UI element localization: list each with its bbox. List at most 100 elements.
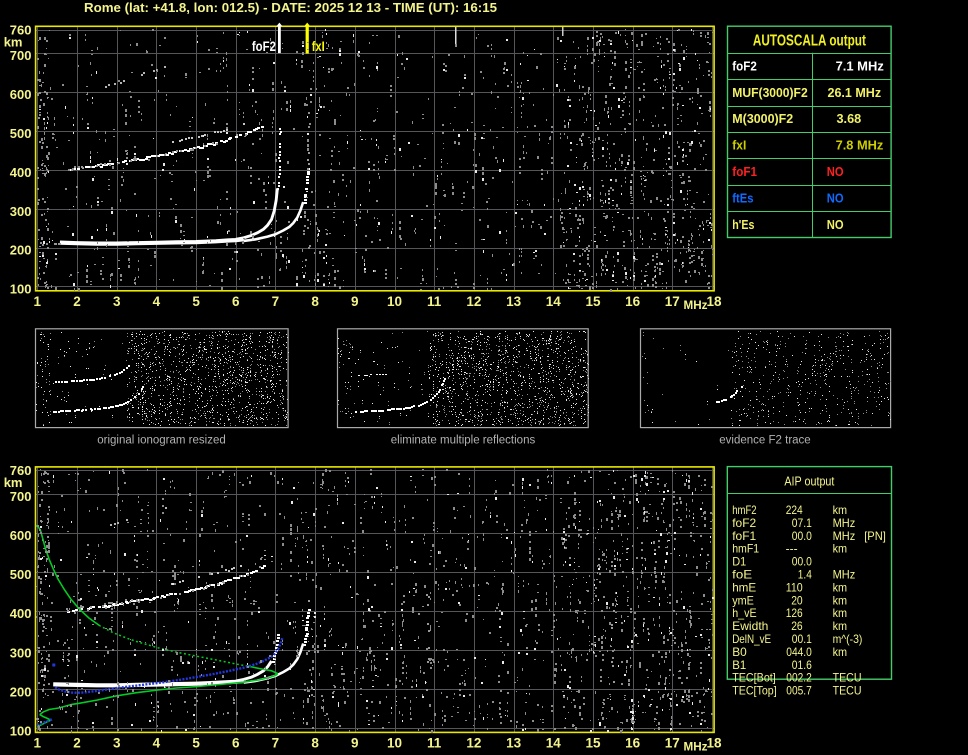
svg-text:7.8 MHz: 7.8 MHz [836, 139, 884, 153]
svg-text:13: 13 [506, 294, 522, 309]
svg-text:hmF1: hmF1 [732, 542, 759, 556]
svg-text:8: 8 [311, 736, 319, 751]
svg-text:MUF(3000)F2: MUF(3000)F2 [732, 86, 807, 100]
svg-text:200: 200 [10, 243, 32, 258]
svg-text:6: 6 [232, 736, 240, 751]
svg-text:1.4: 1.4 [798, 568, 812, 582]
svg-text:400: 400 [10, 606, 32, 621]
svg-text:14: 14 [546, 294, 562, 309]
svg-text:M(3000)F2: M(3000)F2 [732, 112, 793, 126]
svg-text:foF2: foF2 [732, 59, 757, 73]
svg-text:km: km [833, 619, 848, 633]
svg-text:NO: NO [827, 218, 844, 232]
svg-text:13: 13 [506, 736, 522, 751]
svg-text:400: 400 [10, 165, 32, 180]
svg-text:Rome (lat: +41.8, lon: 012.5): Rome (lat: +41.8, lon: 012.5) - DATE: 20… [84, 0, 497, 15]
svg-text:B1: B1 [732, 658, 746, 672]
svg-text:600: 600 [10, 528, 32, 543]
svg-text:224: 224 [786, 503, 803, 517]
svg-text:MHz: MHz [833, 529, 856, 543]
svg-text:h_vE: h_vE [732, 606, 756, 620]
svg-text:m^(-3): m^(-3) [833, 632, 863, 646]
svg-text:5: 5 [192, 736, 200, 751]
svg-text:26: 26 [791, 619, 803, 633]
svg-text:12: 12 [466, 294, 481, 309]
svg-text:ftEs: ftEs [732, 191, 753, 205]
svg-text:foF1: foF1 [732, 165, 757, 179]
svg-text:km: km [833, 542, 848, 556]
svg-text:TEC[Top]: TEC[Top] [732, 684, 777, 698]
svg-text:4: 4 [153, 294, 161, 309]
svg-text:17: 17 [665, 736, 680, 751]
svg-text:TECU: TECU [833, 684, 862, 698]
svg-text:10: 10 [387, 294, 402, 309]
svg-text:3: 3 [113, 736, 121, 751]
svg-text:km: km [833, 645, 848, 659]
svg-text:foE: foE [732, 568, 752, 582]
svg-text:002.2: 002.2 [786, 671, 812, 685]
svg-text:7.1 MHz: 7.1 MHz [836, 59, 884, 73]
svg-text:01.6: 01.6 [792, 658, 812, 672]
svg-text:2: 2 [73, 294, 81, 309]
svg-text:foF2: foF2 [252, 39, 276, 54]
svg-text:foF1: foF1 [732, 529, 756, 543]
svg-text:10: 10 [387, 736, 402, 751]
svg-text:MHz: MHz [684, 298, 708, 312]
svg-text:km: km [833, 580, 848, 594]
svg-text:D1: D1 [732, 555, 746, 569]
svg-text:9: 9 [351, 736, 359, 751]
svg-text:005.7: 005.7 [786, 684, 812, 698]
svg-text:fxI: fxI [312, 39, 325, 54]
svg-text:DelN_vE: DelN_vE [732, 632, 771, 646]
svg-text:ymE: ymE [732, 593, 754, 607]
svg-text:500: 500 [10, 567, 32, 582]
svg-text:20: 20 [791, 593, 803, 607]
svg-text:km: km [833, 606, 848, 620]
svg-text:hmE: hmE [732, 580, 756, 594]
svg-text:300: 300 [10, 645, 32, 660]
svg-text:B0: B0 [732, 645, 747, 659]
svg-text:700: 700 [10, 48, 32, 63]
svg-text:11: 11 [427, 294, 442, 309]
svg-text:12: 12 [466, 736, 481, 751]
svg-text:MHz: MHz [684, 740, 708, 754]
svg-text:foF2: foF2 [732, 516, 756, 530]
svg-text:044.0: 044.0 [786, 645, 812, 659]
svg-text:eliminate multiple reflections: eliminate multiple reflections [391, 434, 536, 446]
svg-text:AUTOSCALA output: AUTOSCALA output [753, 33, 866, 50]
svg-text:100: 100 [10, 724, 32, 739]
svg-text:NO: NO [827, 165, 844, 179]
svg-text:AIP output: AIP output [784, 474, 834, 489]
svg-text:300: 300 [10, 204, 32, 219]
svg-text:200: 200 [10, 684, 32, 699]
svg-text:Ewidth: Ewidth [732, 619, 768, 633]
svg-text:---: --- [786, 542, 798, 556]
svg-text:07.1: 07.1 [792, 516, 812, 530]
svg-text:evidence F2 trace: evidence F2 trace [719, 434, 810, 446]
svg-text:original ionogram resized: original ionogram resized [97, 434, 225, 446]
svg-text:MHz: MHz [833, 568, 856, 582]
svg-text:2: 2 [73, 736, 81, 751]
svg-text:5: 5 [192, 294, 200, 309]
svg-text:9: 9 [351, 294, 359, 309]
svg-text:126: 126 [786, 606, 803, 620]
svg-text:26.1 MHz: 26.1 MHz [828, 86, 882, 100]
svg-text:4: 4 [153, 736, 161, 751]
svg-text:17: 17 [665, 294, 680, 309]
svg-text:15: 15 [585, 294, 601, 309]
svg-text:700: 700 [10, 489, 32, 504]
svg-text:6: 6 [232, 294, 240, 309]
svg-text:00.0: 00.0 [792, 555, 812, 569]
svg-text:8: 8 [311, 294, 319, 309]
svg-text:7: 7 [272, 736, 280, 751]
svg-text:600: 600 [10, 87, 32, 102]
svg-text:TECU: TECU [833, 671, 862, 685]
svg-text:1: 1 [34, 736, 42, 751]
svg-text:18: 18 [706, 736, 722, 751]
svg-text:500: 500 [10, 126, 32, 141]
svg-text:110: 110 [786, 580, 803, 594]
svg-text:00.0: 00.0 [792, 529, 812, 543]
svg-text:fxI: fxI [732, 139, 746, 153]
svg-text:15: 15 [585, 736, 601, 751]
svg-text:NO: NO [827, 191, 844, 205]
